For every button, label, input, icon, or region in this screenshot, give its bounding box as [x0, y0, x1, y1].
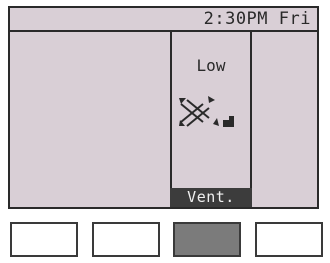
function-button-f2[interactable]: [92, 222, 160, 257]
clock-time: 2:30PM: [203, 9, 269, 29]
small-fan-level-icon: [223, 116, 234, 127]
mode-footer: Vent.: [10, 188, 317, 207]
function-button-f1[interactable]: [10, 222, 78, 257]
main-content: Low: [10, 32, 317, 191]
clock-day: Fri: [278, 9, 311, 29]
function-button-f4[interactable]: [255, 222, 323, 257]
fan-speed-label: Low: [196, 56, 226, 75]
clock-display: 2:30PM Fri: [204, 9, 311, 29]
louver-swing-icon: [179, 96, 219, 127]
mode-tab: Vent.: [170, 188, 252, 207]
vent-panel: Low: [170, 32, 252, 191]
function-button-f3[interactable]: [173, 222, 241, 257]
status-header: 2:30PM Fri: [10, 8, 317, 32]
lcd-screen: 2:30PM Fri Low Vent.: [8, 6, 319, 209]
